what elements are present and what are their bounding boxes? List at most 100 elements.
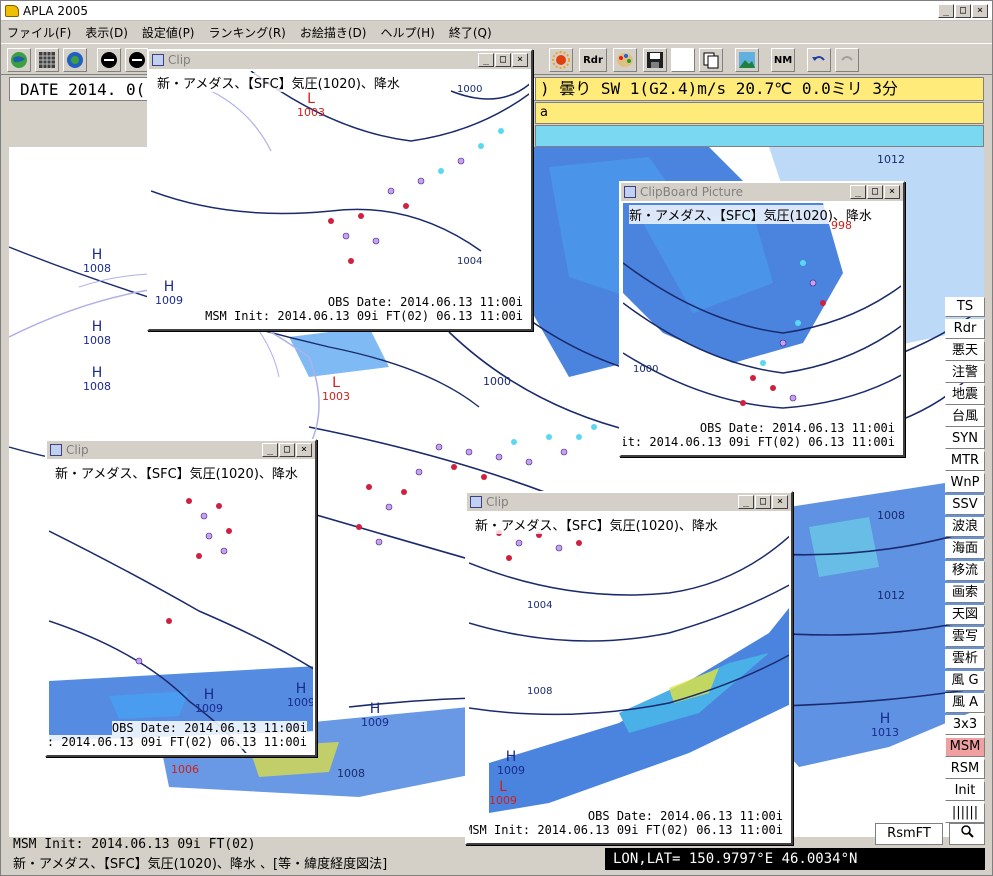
panel-wind-g[interactable]: 風 G (945, 671, 985, 691)
picture-icon[interactable] (735, 48, 759, 72)
clipboard-picture-window[interactable]: ClipBoard Picture _ □ × 新・アメダス、【SFC】気圧(1… (619, 181, 905, 457)
panel-bars[interactable]: |||||| (945, 803, 985, 823)
clip3-obs-date: OBS Date: 2014.06.13 11:00i (111, 721, 307, 735)
menu-file[interactable]: ファイル(F) (7, 24, 71, 41)
close-button[interactable]: × (972, 4, 988, 18)
panel-unsha[interactable]: 雲写 (945, 627, 985, 647)
clip2-maximize-button[interactable]: □ (867, 185, 883, 199)
obs-bar-3 (535, 125, 984, 147)
clip4-high: H 1009 (497, 749, 525, 777)
app-window: APLA 2005 _ □ × ファイル(F) 表示(D) 設定値(P) ランキ… (0, 0, 993, 876)
clip3-high-2: H 1009 (287, 681, 313, 709)
blank-icon[interactable] (671, 48, 695, 72)
panel-taifuu[interactable]: 台風 (945, 407, 985, 427)
clip-titlebar-1[interactable]: Clip _ □ × (149, 51, 531, 69)
menu-bar: ファイル(F) 表示(D) 設定値(P) ランキング(R) お絵描き(D) ヘル… (1, 22, 992, 42)
maximize-button[interactable]: □ (955, 4, 971, 18)
clip2-minimize-button[interactable]: _ (850, 185, 866, 199)
isobar-label-1012b: 1012 (877, 589, 905, 602)
clip1-minimize-button[interactable]: _ (478, 53, 494, 67)
date-text: DATE 2014. 0( (20, 80, 146, 99)
menu-quit[interactable]: 終了(Q) (449, 24, 492, 41)
high-label-3: H 1008 (83, 365, 111, 393)
panel-msm[interactable]: MSM (945, 737, 985, 757)
clip1-msm-init: MSM Init: 2014.06.13 09i FT(02) 06.13 11… (205, 309, 523, 323)
window-title: APLA 2005 (23, 3, 88, 18)
panel-tenzu[interactable]: 天図 (945, 605, 985, 625)
clip-titlebar-4[interactable]: Clip _ □ × (467, 493, 791, 511)
clip-titlebar-3[interactable]: Clip _ □ × (47, 441, 315, 459)
obs-bar: ) 曇り SW 1(G2.4)m/s 20.7℃ 0.0ミリ 3分 (535, 77, 984, 101)
clip1-obs-date: OBS Date: 2014.06.13 11:00i (327, 295, 523, 309)
menu-draw[interactable]: お絵描き(D) (300, 24, 367, 41)
menu-settings[interactable]: 設定値(P) (142, 24, 195, 41)
panel-gasaku[interactable]: 画索 (945, 583, 985, 603)
palette-icon[interactable] (613, 48, 637, 72)
clip-icon (152, 54, 164, 66)
menu-ranking[interactable]: ランキング(R) (209, 24, 286, 41)
panel-3x3[interactable]: 3x3 (945, 715, 985, 735)
panel-init[interactable]: Init (945, 781, 985, 801)
clip1-maximize-button[interactable]: □ (495, 53, 511, 67)
clip1-close-button[interactable]: × (512, 53, 528, 67)
panel-rdr[interactable]: Rdr (945, 319, 985, 339)
clip4-close-button[interactable]: × (772, 495, 788, 509)
clip1-high: H 1009 (155, 279, 183, 307)
status-init: MSM Init: 2014.06.13 09i FT(02) (13, 837, 256, 852)
panel-wind-a[interactable]: 風 A (945, 693, 985, 713)
clip-window-3[interactable]: Clip _ □ × 新・アメダス、【SFC】気圧(1020)、降水 H 1009 (45, 439, 317, 757)
panel-syn[interactable]: SYN (945, 429, 985, 449)
undo-icon[interactable] (807, 48, 831, 72)
redo-icon[interactable] (835, 48, 859, 72)
panel-iryuu[interactable]: 移流 (945, 561, 985, 581)
panel-rsm[interactable]: RSM (945, 759, 985, 779)
clip4-maximize-button[interactable]: □ (755, 495, 771, 509)
rdr-button[interactable]: Rdr (579, 48, 607, 72)
clip1-header: 新・アメダス、【SFC】気圧(1020)、降水 (157, 73, 400, 92)
clip-titlebar-2[interactable]: ClipBoard Picture _ □ × (621, 183, 903, 201)
world-icon[interactable] (63, 48, 87, 72)
clip2-obs-date: OBS Date: 2014.06.13 11:00i (699, 421, 895, 435)
clip-title-3: Clip (66, 443, 89, 457)
clip-map-1: 新・アメダス、【SFC】気圧(1020)、降水 L 1003 H 1009 1004… (151, 71, 529, 327)
panel-wnp[interactable]: WnP (945, 473, 985, 493)
menu-view[interactable]: 表示(D) (85, 24, 128, 41)
panel-ssv[interactable]: SSV (945, 495, 985, 515)
sun-icon[interactable] (549, 48, 573, 72)
clip1-isobar-1000: 1000 (457, 84, 483, 95)
clip3-maximize-button[interactable]: □ (279, 443, 295, 457)
save-icon[interactable] (643, 48, 667, 72)
high-label-4: H 1013 (871, 711, 899, 739)
clip2-low: 998 (831, 219, 852, 232)
minus-icon[interactable] (97, 48, 121, 72)
clip3-msm-init: nit: 2014.06.13 09i FT(02) 06.13 11:00i (49, 735, 307, 749)
panel-harou[interactable]: 波浪 (945, 517, 985, 537)
clip4-isobar-1004: 1004 (527, 600, 553, 611)
panel-chuukei[interactable]: 注警 (945, 363, 985, 383)
clip4-minimize-button[interactable]: _ (738, 495, 754, 509)
copy-icon[interactable] (699, 48, 723, 72)
panel-kaimen[interactable]: 海面 (945, 539, 985, 559)
clip3-minimize-button[interactable]: _ (262, 443, 278, 457)
panel-mtr[interactable]: MTR (945, 451, 985, 471)
nm-button[interactable]: NM (771, 48, 795, 72)
panel-unseki[interactable]: 雲析 (945, 649, 985, 669)
panel-akuten[interactable]: 悪天 (945, 341, 985, 361)
panel-jishin[interactable]: 地震 (945, 385, 985, 405)
grid-icon[interactable] (35, 48, 59, 72)
clip3-close-button[interactable]: × (296, 443, 312, 457)
panel-ts[interactable]: TS (945, 297, 985, 317)
clip2-close-button[interactable]: × (884, 185, 900, 199)
globe-icon[interactable] (7, 48, 31, 72)
clip4-msm-init: MSM Init: 2014.06.13 09i FT(02) 06.13 11… (469, 823, 783, 837)
minimize-button[interactable]: _ (938, 4, 954, 18)
clip-window-1[interactable]: Clip _ □ × 新・アメダス、【SFC】気圧(1020)、降水 L 100… (147, 49, 533, 331)
minus2-icon[interactable] (125, 48, 149, 72)
clip-map-2: 新・アメダス、【SFC】気圧(1020)、降水 1000 998 OBS Dat… (623, 203, 901, 453)
clip4-obs-date: OBS Date: 2014.06.13 11:00i (587, 809, 783, 823)
isobar-label-1008b: 1008 (337, 767, 365, 780)
rsmft-button[interactable]: RsmFT (875, 823, 943, 845)
clip-window-4[interactable]: Clip _ □ × 新・アメダス、【SFC】気圧(1020)、降水 1004 (465, 491, 793, 845)
menu-help[interactable]: ヘルプ(H) (380, 24, 434, 41)
search-icon[interactable] (949, 823, 985, 845)
